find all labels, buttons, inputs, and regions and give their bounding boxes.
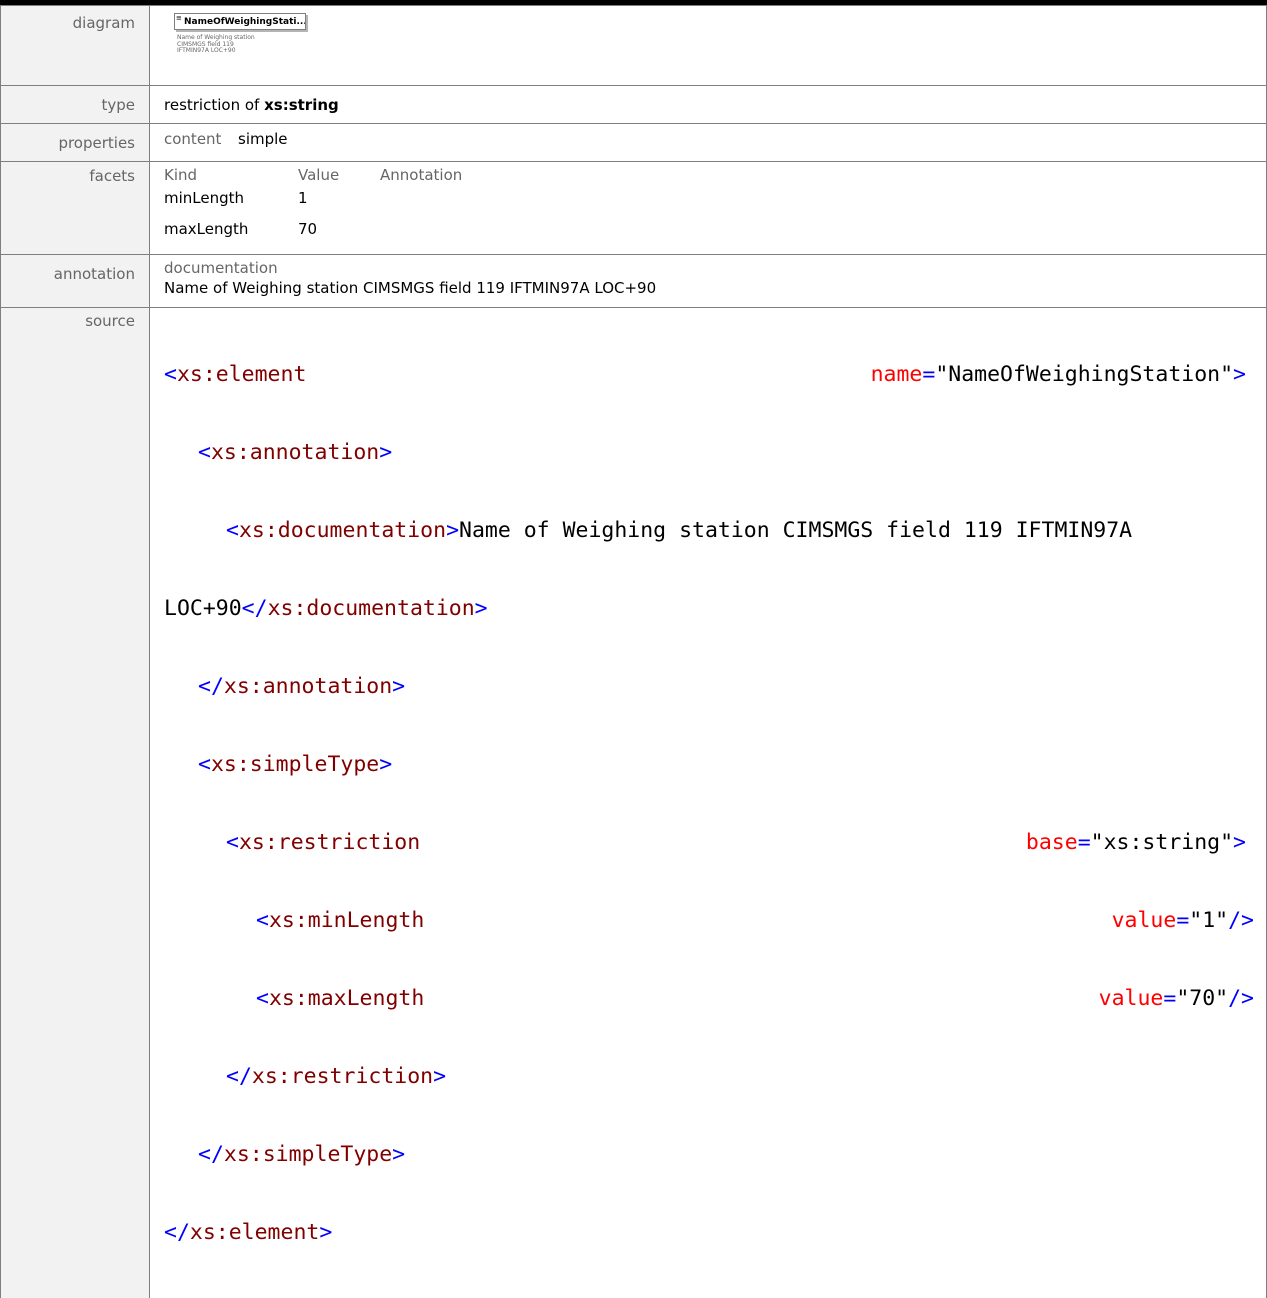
- source-line: <xs:elementname="NameOfWeighingStation">: [164, 362, 1266, 388]
- source-line: <xs:minLengthvalue="1"/>: [164, 908, 1266, 934]
- diagram-element-name: NameOfWeighingStati...: [184, 17, 306, 27]
- facets-header: Kind Value Annotation: [164, 162, 1266, 184]
- source-line: </xs:simpleType>: [164, 1142, 1266, 1168]
- diagram-label: diagram: [1, 6, 135, 32]
- facet-row-minlength: minLength 1: [164, 184, 1266, 212]
- element-properties-table: diagram ≡ NameOfWeighingStati... Name of…: [0, 5, 1267, 1298]
- source-line: </xs:restriction>: [164, 1064, 1266, 1090]
- source-line: <xs:annotation>: [164, 440, 1266, 466]
- type-base-link[interactable]: xs:string: [264, 96, 339, 114]
- source-row: source <xs:elementname="NameOfWeighingSt…: [1, 308, 1267, 1298]
- element-diagram[interactable]: ≡ NameOfWeighingStati... Name of Weighin…: [174, 13, 1266, 55]
- xml-source-code: <xs:elementname="NameOfWeighingStation">…: [164, 308, 1266, 1298]
- diagram-documentation: Name of Weighing station CIMSMGS field 1…: [177, 35, 1266, 55]
- type-label: type: [1, 86, 135, 114]
- source-line: </xs:annotation>: [164, 674, 1266, 700]
- property-content: content simple: [164, 124, 1266, 148]
- source-line: </xs:element>: [164, 1220, 1266, 1246]
- source-label: source: [1, 308, 135, 330]
- source-line: <xs:simpleType>: [164, 752, 1266, 778]
- type-value: restriction of xs:string: [164, 86, 1266, 114]
- diagram-element-box[interactable]: ≡ NameOfWeighingStati...: [174, 13, 306, 30]
- properties-row: properties content simple: [1, 124, 1267, 162]
- type-row: type restriction of xs:string: [1, 86, 1267, 124]
- annotation-documentation-text: Name of Weighing station CIMSMGS field 1…: [164, 277, 1266, 297]
- facets-row: facets Kind Value Annotation minLength 1…: [1, 162, 1267, 255]
- facet-row-maxlength: maxLength 70: [164, 212, 1266, 246]
- annotation-row: annotation documentation Name of Weighin…: [1, 255, 1267, 308]
- diagram-row: diagram ≡ NameOfWeighingStati... Name of…: [1, 6, 1267, 86]
- source-line: <xs:maxLengthvalue="70"/>: [164, 986, 1266, 1012]
- source-line: <xs:restrictionbase="xs:string">: [164, 830, 1266, 856]
- source-line: <xs:documentation>Name of Weighing stati…: [164, 518, 1266, 544]
- annotation-documentation-heading: documentation: [164, 255, 1266, 277]
- properties-label: properties: [1, 124, 135, 152]
- element-lines-icon: ≡: [176, 15, 182, 22]
- source-line: LOC+90</xs:documentation>: [164, 596, 1266, 622]
- annotation-label: annotation: [1, 255, 135, 283]
- facets-label: facets: [1, 162, 135, 185]
